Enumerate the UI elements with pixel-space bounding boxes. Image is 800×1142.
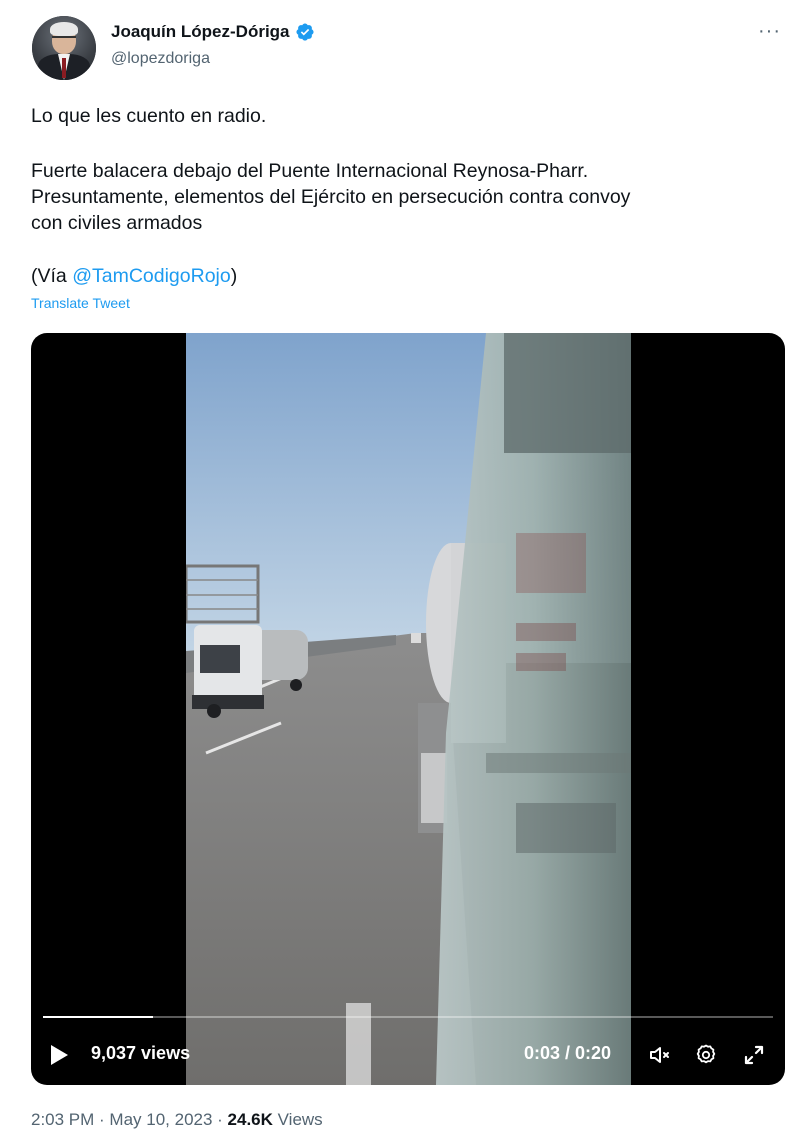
author-name[interactable]: Joaquín López-Dóriga xyxy=(111,22,290,42)
via-prefix: (Vía xyxy=(31,265,73,287)
video-progress-fill xyxy=(43,1016,153,1018)
translate-tweet-link[interactable]: Translate Tweet xyxy=(31,295,130,311)
tweet-meta: 2:03 PM · May 10, 2023 · 24.6K Views xyxy=(31,1110,323,1130)
mention-link[interactable]: @TamCodigoRojo xyxy=(72,265,231,287)
meta-separator: · xyxy=(94,1110,110,1129)
tweet-date[interactable]: May 10, 2023 xyxy=(109,1110,212,1129)
tweet-text-line-1: Lo que les cuento en radio. xyxy=(31,105,267,127)
video-scene xyxy=(186,333,631,1085)
video-controls: 9,037 views 0:03 / 0:20 xyxy=(31,1033,785,1077)
video-frame[interactable] xyxy=(186,333,631,1085)
author-avatar[interactable] xyxy=(32,16,96,80)
fullscreen-icon[interactable] xyxy=(742,1043,766,1067)
mute-icon[interactable] xyxy=(648,1043,672,1067)
video-views-label: 9,037 views xyxy=(91,1043,191,1063)
more-options-icon[interactable]: ··· xyxy=(758,20,781,43)
verified-badge-icon xyxy=(295,23,314,41)
author-handle[interactable]: @lopezdoriga xyxy=(111,50,210,68)
video-progress-bar[interactable] xyxy=(43,1016,773,1018)
tweet-card: Joaquín López-Dóriga @lopezdoriga ··· Lo… xyxy=(0,0,800,1142)
video-time-label: 0:03 / 0:20 xyxy=(524,1043,612,1063)
settings-icon[interactable] xyxy=(694,1043,718,1067)
tweet-text-line-2: Fuerte balacera debajo del Puente Intern… xyxy=(31,160,589,182)
tweet-time[interactable]: 2:03 PM xyxy=(31,1110,94,1129)
tweet-via-line: (Vía @TamCodigoRojo) xyxy=(31,263,237,289)
play-icon[interactable] xyxy=(51,1045,68,1065)
views-count: 24.6K xyxy=(227,1110,273,1129)
author-name-row[interactable]: Joaquín López-Dóriga xyxy=(111,22,315,42)
meta-separator: · xyxy=(212,1110,228,1129)
tweet-text-line-4: con civiles armados xyxy=(31,212,203,234)
video-player[interactable]: 9,037 views 0:03 / 0:20 xyxy=(31,333,785,1085)
via-suffix: ) xyxy=(230,265,238,287)
views-word: Views xyxy=(272,1110,323,1129)
tweet-text-line-3: Presuntamente, elementos del Ejército en… xyxy=(31,186,631,208)
